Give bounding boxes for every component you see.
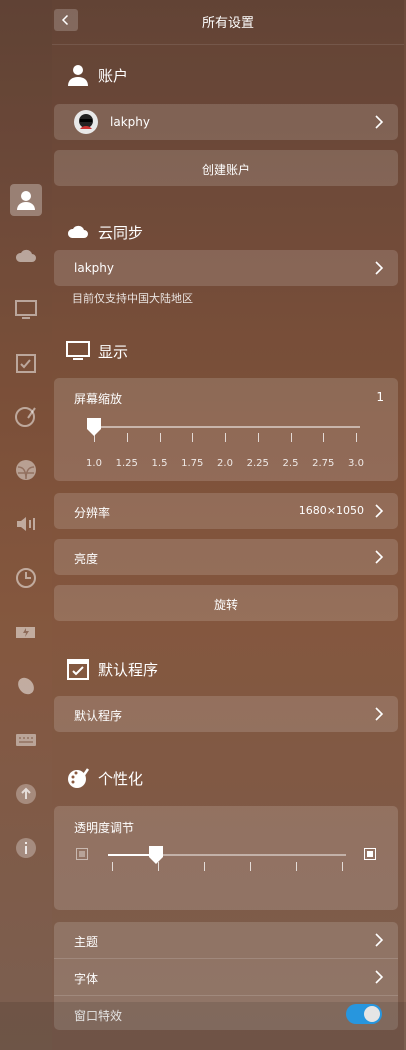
cloud-region-note: 目前仅支持中国大陆地区	[72, 292, 193, 305]
default-apps-label: 默认程序	[74, 709, 123, 723]
resolution-label: 分辨率	[74, 506, 111, 520]
scale-tick	[225, 433, 226, 442]
user-row[interactable]: lakphy	[54, 104, 398, 140]
scale-tick	[323, 433, 325, 442]
resolution-row[interactable]: 分辨率 1680×1050	[54, 493, 398, 529]
create-account-button[interactable]: 创建账户	[54, 150, 398, 186]
scale-tick	[159, 433, 161, 442]
cloud-icon	[67, 225, 88, 238]
theme-label: 主题	[74, 935, 99, 949]
default-apps-heading: 默认程序	[66, 657, 158, 681]
personalization-icon[interactable]	[10, 400, 42, 432]
rotate-button[interactable]: 旋转	[54, 585, 398, 621]
taskbar-strip	[0, 1002, 406, 1050]
opacity-slider-handle[interactable]	[148, 845, 164, 865]
scale-tick	[356, 433, 357, 442]
opacity-tick	[158, 862, 159, 871]
cloud-icon[interactable]	[10, 240, 42, 272]
cloud-sync-heading: 云同步	[66, 220, 143, 244]
opacity-slider-track[interactable]	[108, 854, 346, 856]
rotate-label: 旋转	[213, 598, 238, 612]
scale-tick	[192, 433, 194, 442]
chevron-right-icon	[375, 970, 384, 984]
accounts-icon[interactable]	[10, 184, 42, 216]
power-icon[interactable]	[10, 616, 42, 648]
opacity-tick	[296, 862, 297, 871]
scale-label: 屏幕缩放	[74, 392, 123, 406]
chevron-right-icon	[375, 550, 384, 564]
scale-slider-track[interactable]	[94, 426, 360, 428]
scale-value: 1	[376, 390, 384, 404]
opacity-tick	[112, 862, 113, 871]
scale-tick	[94, 433, 95, 442]
section-title: 云同步	[98, 223, 144, 242]
user-name: lakphy	[110, 115, 150, 129]
network-icon[interactable]	[10, 454, 42, 486]
high-opacity-icon	[364, 848, 376, 860]
section-title: 默认程序	[98, 660, 159, 679]
brightness-row[interactable]: 亮度	[54, 539, 398, 575]
time-icon[interactable]	[10, 562, 42, 594]
sound-icon[interactable]	[10, 508, 42, 540]
chevron-right-icon	[375, 504, 384, 518]
low-opacity-icon	[76, 848, 88, 860]
section-title: 账户	[98, 66, 129, 85]
panel-header: 所有设置	[52, 0, 404, 45]
avatar	[74, 110, 98, 134]
settings-panel: 所有设置 账户 lakphy 创建账户 云同步 lakphy 目前仅支持中国大陆…	[52, 0, 404, 1050]
opacity-tick	[342, 862, 343, 871]
personalization-icon	[68, 768, 90, 788]
page-title: 所有设置	[201, 16, 254, 31]
personalization-heading: 个性化	[66, 766, 143, 790]
keyboard-icon[interactable]	[10, 724, 42, 756]
cloud-account-row[interactable]: lakphy	[54, 250, 398, 286]
scale-tick	[126, 433, 128, 442]
opacity-tick	[250, 862, 251, 871]
scale-tick	[290, 433, 292, 442]
default-apps-icon[interactable]	[10, 347, 42, 379]
theme-row[interactable]: 主题	[54, 922, 398, 958]
accounts-icon	[68, 65, 88, 86]
accounts-heading: 账户	[66, 63, 128, 87]
display-heading: 显示	[66, 339, 128, 363]
chevron-right-icon	[375, 261, 384, 275]
resolution-value: 1680×1050	[298, 504, 364, 517]
font-label: 字体	[74, 972, 99, 986]
category-sidebar	[0, 0, 52, 1050]
default-apps-icon	[67, 659, 89, 680]
display-icon[interactable]	[10, 294, 42, 326]
default-apps-row[interactable]: 默认程序	[54, 696, 398, 732]
font-row[interactable]: 字体	[54, 959, 398, 995]
cloud-account-label: lakphy	[74, 261, 114, 275]
chevron-right-icon	[375, 707, 384, 721]
display-icon	[66, 341, 90, 360]
chevron-right-icon	[375, 933, 384, 947]
scale-tick	[257, 433, 259, 442]
section-title: 个性化	[98, 769, 144, 788]
scale-card: 屏幕缩放 1 1.0 1.25 1.5 1.75 2.0 2.25 2.5 2.75 3.0	[54, 378, 398, 481]
update-icon[interactable]	[10, 778, 42, 810]
section-title: 显示	[98, 342, 129, 361]
info-icon[interactable]	[10, 832, 42, 864]
brightness-label: 亮度	[74, 552, 99, 566]
opacity-card: 透明度调节	[54, 806, 398, 910]
create-account-label: 创建账户	[201, 163, 250, 177]
opacity-tick	[204, 862, 205, 871]
mouse-icon[interactable]	[10, 670, 42, 702]
scale-tick-label: 3.0	[348, 458, 364, 469]
opacity-label: 透明度调节	[74, 821, 135, 835]
chevron-right-icon	[375, 115, 384, 129]
